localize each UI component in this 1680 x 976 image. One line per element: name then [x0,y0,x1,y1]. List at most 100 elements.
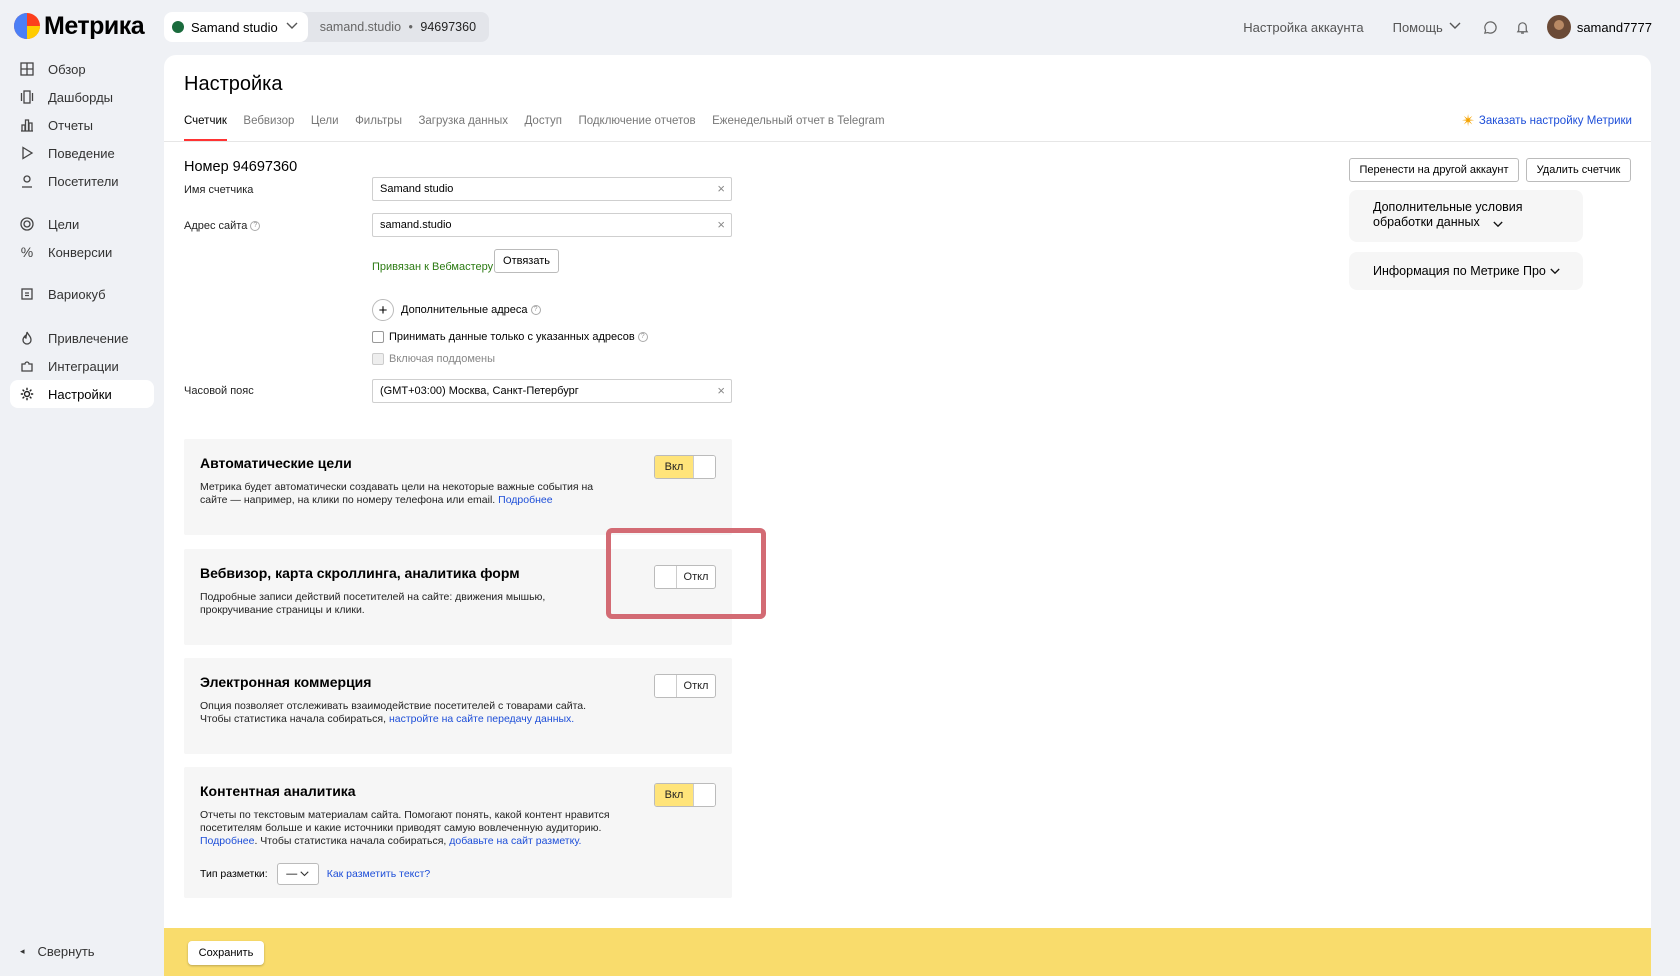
sidebar-item-dashboards[interactable]: Дашборды [10,83,154,111]
subdomains-checkbox-row: Включая поддомены [372,353,495,365]
metrika-logo[interactable]: Метрика [14,11,145,40]
sparkle-icon: ✴ [1461,113,1475,130]
avatar[interactable] [1546,15,1571,39]
toggle-highlight-annotation [606,528,766,619]
tab-telegram-report[interactable]: Еженедельный отчет в Telegram [712,113,884,143]
arrow-left-icon: ◂ [20,946,25,956]
sidebar-item-settings[interactable]: Настройки [10,380,154,408]
timezone-input[interactable]: (GMT+03:00) Москва, Санкт-Петербург × [372,379,732,403]
flame-icon [19,330,35,346]
logo-text: Метрика [44,11,145,40]
tab-access[interactable]: Доступ [525,113,562,143]
sidebar-item-behavior[interactable]: Поведение [10,139,154,167]
target-icon [19,216,35,232]
sidebar-item-label: Обзор [48,61,86,77]
sidebar-item-variocube[interactable]: Вариокуб [10,280,154,308]
move-counter-button[interactable]: Перенести на другой аккаунт [1349,158,1519,182]
bell-icon[interactable] [1515,19,1531,35]
auto-goals-toggle[interactable]: Вкл [654,455,716,479]
collapse-sidebar-button[interactable]: ◂ Свернуть [20,944,95,959]
card-description: Опция позволяет отслеживать взаимодейств… [200,700,615,726]
input-value: Samand studio [380,183,454,195]
sidebar-item-visitors[interactable]: Посетители [10,167,154,195]
account-settings-link[interactable]: Настройка аккаунта [1243,20,1363,35]
subdomains-checkbox [372,353,384,365]
info-icon[interactable]: ? [530,305,541,315]
site-address-input[interactable]: samand.studio × [372,213,732,237]
sidebar-item-label: Интеграции [48,358,119,374]
tab-goals[interactable]: Цели [311,113,339,143]
username[interactable]: samand7777 [1577,20,1652,35]
tab-filters[interactable]: Фильтры [355,113,402,143]
toggle-knob [693,456,715,478]
clear-icon[interactable]: × [717,182,725,196]
only-listed-checkbox[interactable] [372,331,384,343]
sidebar-item-conversions[interactable]: % Конверсии [10,238,154,266]
site-address-label: Адрес сайта? [184,220,261,232]
sidebar-item-label: Дашборды [48,89,113,105]
how-to-markup-link[interactable]: Как разметить текст? [327,868,431,880]
ecommerce-toggle[interactable]: Откл [654,674,716,698]
tab-report-connect[interactable]: Подключение отчетов [578,113,695,143]
unbind-button[interactable]: Отвязать [494,249,559,273]
sidebar-item-label: Привлечение [48,330,129,346]
chat-icon[interactable] [1483,19,1499,35]
sidebar-item-integrations[interactable]: Интеграции [10,352,154,380]
sidebar-item-label: Конверсии [48,244,113,260]
tabs-divider [164,141,1651,142]
save-button[interactable]: Сохранить [188,941,264,965]
info-icon[interactable]: ? [250,221,261,231]
ecommerce-card: Электронная коммерция Опция позволяет от… [184,658,732,754]
clear-icon[interactable]: × [717,384,725,398]
sidebar-item-label: Вариокуб [48,286,106,302]
card-desc-mid: . Чтобы статистика начала собираться, [254,835,447,847]
data-transfer-link[interactable]: настройте на сайте передачу данных. [389,713,574,725]
sidebar-item-label: Посетители [48,173,119,189]
markup-type-value: — [286,868,298,880]
help-menu[interactable]: Помощь [1393,20,1461,35]
sidebar-item-reports[interactable]: Отчеты [10,111,154,139]
markup-type-row: Тип разметки: — Как разметить текст? [200,863,430,885]
percent-icon: % [20,244,34,260]
add-markup-link[interactable]: добавьте на сайт разметку. [449,835,581,847]
toggle-label: Откл [683,680,709,692]
input-value: (GMT+03:00) Москва, Санкт-Петербург [380,385,579,397]
counter-status-icon [172,21,184,33]
content-analytics-card: Контентная аналитика Отчеты по текстовым… [184,767,732,898]
tab-webvisor[interactable]: Вебвизор [243,113,294,143]
dashboard-icon [19,89,35,105]
counter-selector[interactable]: Samand studio [164,12,308,42]
tab-counter[interactable]: Счетчик [184,113,227,143]
sidebar-item-overview[interactable]: Обзор [10,55,154,83]
sidebar-item-acquisition[interactable]: Привлечение [10,324,154,352]
clear-icon[interactable]: × [717,218,725,232]
save-bar: Сохранить [164,928,1651,976]
sidebar-item-goals[interactable]: Цели [10,210,154,238]
card-title: Электронная коммерция [200,674,372,690]
card-desc-text: Отчеты по текстовым материалам сайта. По… [200,809,610,834]
content-analytics-toggle[interactable]: Вкл [654,783,716,807]
markup-type-select[interactable]: — [276,863,319,885]
toggle-knob [693,784,715,806]
delete-counter-button[interactable]: Удалить счетчик [1526,158,1631,182]
gear-icon [19,386,35,402]
sidebar-item-label: Поведение [48,145,115,161]
card-description: Метрика будет автоматически создавать це… [200,481,615,507]
only-listed-checkbox-row[interactable]: Принимать данные только с указанных адре… [372,331,648,343]
top-right-menu: Настройка аккаунта Помощь samand7777 [1243,12,1652,42]
metrika-pro-expander[interactable]: Информация по Метрике Про [1349,252,1583,290]
more-link[interactable]: Подробнее [200,835,254,847]
extra-terms-expander[interactable]: Дополнительные условия обработки данных [1349,190,1583,242]
counter-name-input[interactable]: Samand studio × [372,177,732,201]
timezone-label: Часовой пояс [184,385,254,397]
counter-number-title: Номер 94697360 [184,159,298,175]
order-setup-link[interactable]: ✴ Заказать настройку Метрики [1461,111,1632,131]
sidebar-item-label: Настройки [48,386,112,402]
more-link[interactable]: Подробнее [498,494,552,506]
reports-icon [19,117,35,133]
extra-addresses[interactable]: + Дополнительные адреса ? [372,299,541,321]
metrika-pro-label: Информация по Метрике Про [1373,264,1546,278]
tab-data-upload[interactable]: Загрузка данных [418,113,508,143]
info-icon[interactable]: ? [637,332,648,342]
plus-icon[interactable]: + [372,299,394,321]
